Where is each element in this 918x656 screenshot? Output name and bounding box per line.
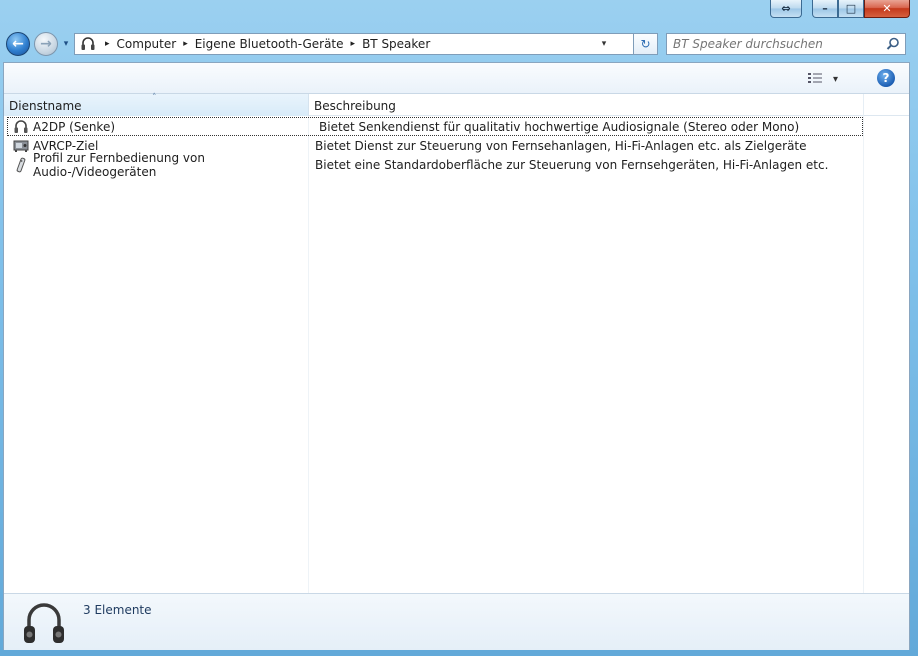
search-box[interactable] <box>666 33 906 55</box>
details-pane: 3 Elemente <box>4 593 909 650</box>
breadcrumb-separator[interactable]: ▸ <box>105 39 110 49</box>
sort-ascending-icon: ˄ <box>152 93 157 103</box>
list-item[interactable]: A2DP (Senke) Bietet Senkendienst für qua… <box>7 117 863 136</box>
column-headers: ˄ Dienstname Beschreibung <box>4 94 909 116</box>
service-description: Bietet Senkendienst für qualitativ hochw… <box>319 119 800 134</box>
column-divider <box>863 116 864 593</box>
column-header-label: Beschreibung <box>314 99 396 113</box>
service-name-cell: A2DP (Senke) <box>8 117 313 136</box>
breadcrumb-computer[interactable]: Computer <box>117 37 177 51</box>
minimize-button[interactable]: – <box>812 0 838 18</box>
recent-pages-dropdown[interactable]: ▾ <box>60 39 72 49</box>
breadcrumb-separator[interactable]: ▸ <box>351 39 356 49</box>
column-header-service-name[interactable]: ˄ Dienstname <box>4 94 309 116</box>
window-frame: ⇔ – □ ✕ ← → ▾ ▸ Computer ▸ Eigene Blueto… <box>0 0 918 656</box>
column-header-description[interactable]: Beschreibung <box>309 94 864 116</box>
service-description: Bietet Dienst zur Steuerung von Fernseha… <box>315 138 807 153</box>
caption-buttons: – □ ✕ <box>812 0 910 20</box>
command-bar: ▾ ? <box>4 63 909 94</box>
headphones-icon <box>78 34 98 54</box>
chevron-down-icon[interactable]: ▾ <box>833 74 838 85</box>
service-name-cell: Profil zur Fernbedienung von Audio-/Vide… <box>4 151 309 179</box>
address-dropdown-button[interactable]: ▾ <box>597 34 611 54</box>
details-view-icon <box>807 72 823 87</box>
help-button[interactable]: ? <box>877 69 895 87</box>
breadcrumb-separator[interactable]: ▸ <box>183 39 188 49</box>
column-divider <box>308 116 309 593</box>
address-bar[interactable]: ▸ Computer ▸ Eigene Bluetooth-Geräte ▸ B… <box>74 33 634 55</box>
refresh-button[interactable]: ↻ <box>634 33 658 55</box>
remote-control-icon <box>13 157 29 173</box>
resize-button[interactable]: ⇔ <box>770 0 802 18</box>
change-view-button[interactable]: ▾ <box>807 70 847 88</box>
headphones-icon <box>13 119 29 135</box>
search-icon[interactable] <box>886 37 900 51</box>
search-input[interactable] <box>673 37 873 51</box>
column-header-label: Dienstname <box>9 99 82 113</box>
breadcrumb-bluetooth-devices[interactable]: Eigene Bluetooth-Geräte <box>195 37 344 51</box>
av-device-icon <box>13 138 29 154</box>
breadcrumb-bt-speaker[interactable]: BT Speaker <box>362 37 430 51</box>
navigation-bar: ← → ▾ ▸ Computer ▸ Eigene Bluetooth-Gerä… <box>0 26 918 62</box>
service-name: A2DP (Senke) <box>33 119 116 134</box>
service-list: A2DP (Senke) Bietet Senkendienst für qua… <box>4 117 864 179</box>
forward-button[interactable]: → <box>34 32 58 56</box>
back-button[interactable]: ← <box>6 32 30 56</box>
list-item[interactable]: Profil zur Fernbedienung von Audio-/Vide… <box>4 151 864 179</box>
service-name: Profil zur Fernbedienung von Audio-/Vide… <box>33 150 205 179</box>
explorer-content: ▾ ? ˄ Dienstname Beschreibung A2DP (Senk… <box>3 62 910 650</box>
item-count: 3 Elemente <box>83 603 152 617</box>
headphones-icon <box>22 600 66 646</box>
maximize-button[interactable]: □ <box>838 0 864 18</box>
service-description: Bietet eine Standardoberfläche zur Steue… <box>315 157 829 172</box>
close-button[interactable]: ✕ <box>864 0 910 18</box>
